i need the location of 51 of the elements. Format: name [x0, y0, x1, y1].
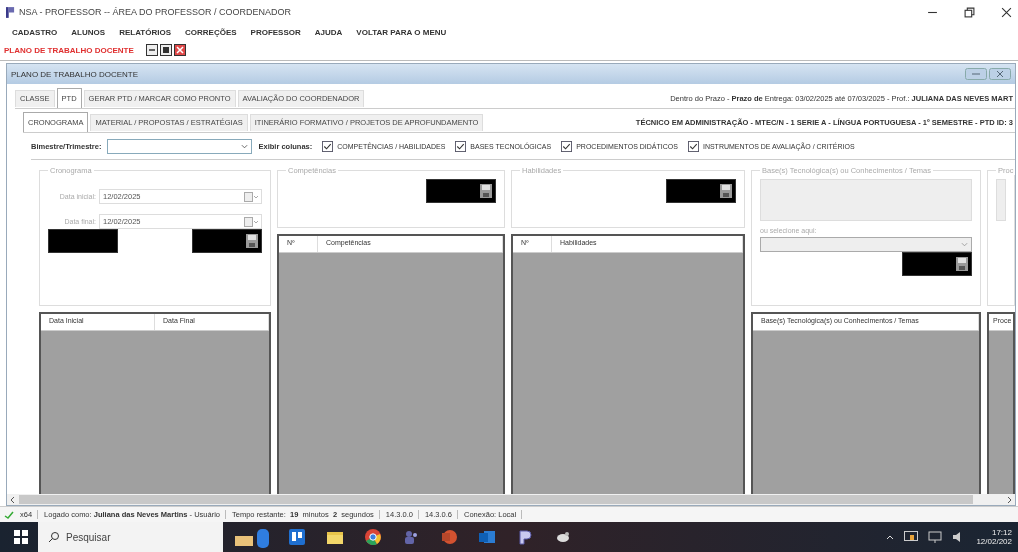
restore-icon[interactable] [964, 6, 975, 18]
calendar-icon [244, 191, 258, 202]
display-icon[interactable] [904, 531, 919, 543]
minimize-icon[interactable] [145, 44, 158, 56]
check-icon [4, 510, 14, 519]
mdi-tab[interactable]: PLANO DE TRABALHO DOCENTE [4, 45, 134, 55]
scroll-left-icon[interactable] [10, 495, 16, 504]
close-icon[interactable] [173, 44, 186, 56]
app-logo-icon [6, 6, 15, 18]
menu-item[interactable]: AJUDA [314, 27, 343, 37]
floppy-icon [246, 234, 258, 248]
close-icon[interactable] [1001, 6, 1012, 18]
network-icon[interactable] [928, 531, 943, 543]
horizontal-scrollbar[interactable] [7, 494, 1015, 505]
presentation-app-icon[interactable] [441, 529, 457, 545]
clock-date[interactable]: 12/02/202 [976, 537, 1012, 546]
browser-icon[interactable] [365, 529, 381, 545]
menu-item[interactable]: CORREÇÕES [185, 27, 237, 37]
save-button[interactable] [902, 252, 972, 276]
save-button[interactable] [666, 179, 736, 203]
caret-icon [241, 143, 249, 149]
checkbox-icon[interactable] [687, 140, 699, 152]
clock-time[interactable]: 17:12 [991, 528, 1012, 537]
checkbox-icon[interactable] [322, 140, 334, 152]
caret-icon [961, 242, 968, 247]
team-app-icon[interactable] [403, 529, 419, 545]
search-field[interactable]: Pesquisar [38, 522, 223, 552]
form-title: PLANO DE TRABALHO DOCENTE [11, 69, 138, 79]
checkbox-icon[interactable] [455, 140, 467, 152]
start-icon[interactable] [14, 530, 28, 544]
board-app-icon[interactable] [289, 529, 305, 545]
tray-chevron-icon[interactable] [886, 534, 895, 540]
menu-item[interactable]: VOLTAR PARA O MENU [356, 27, 447, 37]
window-title: NSA - PROFESSOR -- ÁREA DO PROFESSOR / COORDENADOR [19, 7, 292, 17]
menu-item[interactable]: RELATÓRIOS [119, 27, 171, 37]
floppy-icon [480, 184, 492, 198]
floppy-icon [956, 257, 968, 271]
search-icon [48, 531, 60, 543]
calendar-icon [244, 216, 258, 227]
checkbox-icon[interactable] [561, 140, 573, 152]
floppy-icon [720, 184, 732, 198]
scroll-right-icon[interactable] [1006, 495, 1012, 504]
save-button[interactable] [192, 229, 262, 253]
mail-app-icon[interactable] [479, 529, 495, 545]
save-button[interactable] [426, 179, 496, 203]
menu-item[interactable]: ALUNOS [71, 27, 106, 37]
app-logo-icon[interactable] [517, 529, 533, 545]
restore-icon[interactable] [159, 44, 172, 56]
folder-icon[interactable] [327, 529, 343, 545]
menu-item[interactable]: PROFESSOR [250, 27, 301, 37]
menu-item[interactable]: CADASTRO [12, 27, 58, 37]
